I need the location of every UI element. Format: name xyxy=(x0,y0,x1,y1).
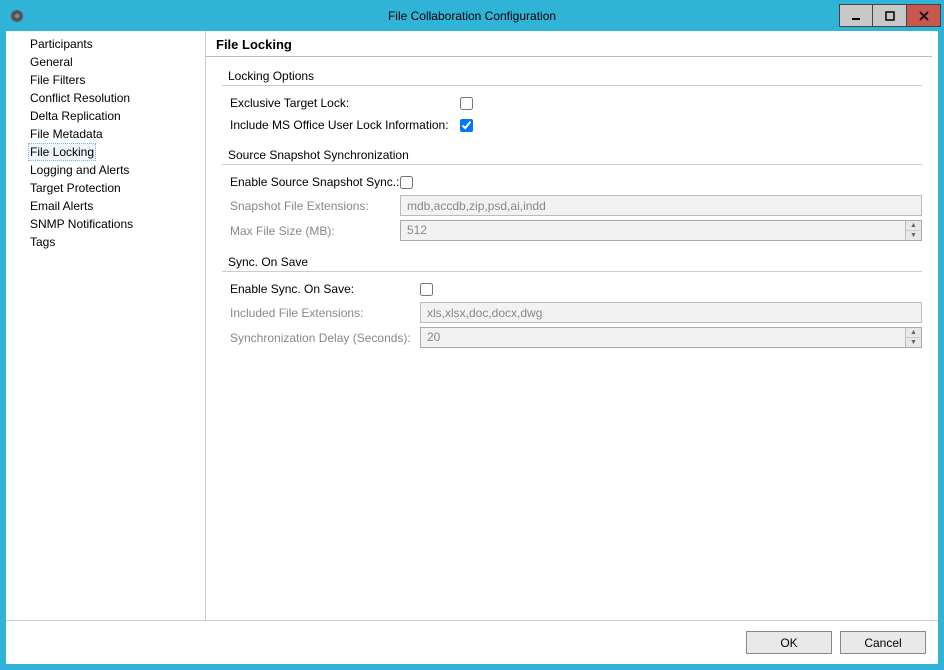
label-snapshot-extensions: Snapshot File Extensions: xyxy=(230,199,400,213)
group-title-syncsave: Sync. On Save xyxy=(222,251,922,272)
title-bar[interactable]: File Collaboration Configuration xyxy=(1,1,943,31)
checkbox-enable-syncsave[interactable] xyxy=(420,283,433,296)
group-locking-options: Locking Options Exclusive Target Lock: I… xyxy=(222,65,922,136)
ok-button[interactable]: OK xyxy=(746,631,832,654)
sidebar-item-general[interactable]: General xyxy=(28,53,75,71)
group-title-locking: Locking Options xyxy=(222,65,922,86)
label-max-file-size: Max File Size (MB): xyxy=(230,224,400,238)
sidebar-item-target-protection[interactable]: Target Protection xyxy=(28,179,123,197)
cancel-button[interactable]: Cancel xyxy=(840,631,926,654)
label-enable-syncsave: Enable Sync. On Save: xyxy=(230,282,420,296)
sidebar-item-file-filters[interactable]: File Filters xyxy=(28,71,87,89)
app-icon xyxy=(9,8,25,24)
sidebar-item-email-alerts[interactable]: Email Alerts xyxy=(28,197,95,215)
sidebar-item-snmp-notifications[interactable]: SNMP Notifications xyxy=(28,215,135,233)
spinner-max-file-size[interactable]: 512 ▲ ▼ xyxy=(400,220,922,241)
sidebar-item-logging-alerts[interactable]: Logging and Alerts xyxy=(28,161,131,179)
input-included-extensions[interactable] xyxy=(420,302,922,323)
dialog-window: File Collaboration Configuration Partici… xyxy=(0,0,944,670)
maximize-button[interactable] xyxy=(873,4,907,27)
spinner-up-icon[interactable]: ▲ xyxy=(906,221,921,231)
sidebar-item-file-metadata[interactable]: File Metadata xyxy=(28,125,105,143)
minimize-button[interactable] xyxy=(839,4,873,27)
body: Participants General File Filters Confli… xyxy=(6,31,938,620)
label-exclusive-target-lock: Exclusive Target Lock: xyxy=(230,96,460,110)
group-title-snapshot: Source Snapshot Synchronization xyxy=(222,144,922,165)
window-controls xyxy=(839,5,941,27)
label-sync-delay: Synchronization Delay (Seconds): xyxy=(230,331,420,345)
sidebar-item-delta-replication[interactable]: Delta Replication xyxy=(28,107,123,125)
spinner-sync-delay[interactable]: 20 ▲ ▼ xyxy=(420,327,922,348)
label-included-extensions: Included File Extensions: xyxy=(230,306,420,320)
close-button[interactable] xyxy=(907,4,941,27)
sidebar-item-tags[interactable]: Tags xyxy=(28,233,57,251)
page-title: File Locking xyxy=(206,31,932,57)
sidebar: Participants General File Filters Confli… xyxy=(6,31,206,620)
input-snapshot-extensions[interactable] xyxy=(400,195,922,216)
label-ms-office-lock: Include MS Office User Lock Information: xyxy=(230,118,460,132)
spinner-up-icon[interactable]: ▲ xyxy=(906,328,921,338)
checkbox-enable-snapshot[interactable] xyxy=(400,176,413,189)
sidebar-item-conflict-resolution[interactable]: Conflict Resolution xyxy=(28,89,132,107)
checkbox-exclusive-target-lock[interactable] xyxy=(460,97,473,110)
label-enable-snapshot: Enable Source Snapshot Sync.: xyxy=(230,175,400,189)
sidebar-item-participants[interactable]: Participants xyxy=(28,35,95,53)
spinner-down-icon[interactable]: ▼ xyxy=(906,338,921,347)
spinner-value-sync-delay: 20 xyxy=(421,328,905,347)
spinner-down-icon[interactable]: ▼ xyxy=(906,231,921,240)
spinner-value-max-file-size: 512 xyxy=(401,221,905,240)
group-sync-on-save: Sync. On Save Enable Sync. On Save: Incl… xyxy=(222,251,922,350)
checkbox-ms-office-lock[interactable] xyxy=(460,119,473,132)
window-title: File Collaboration Configuration xyxy=(1,9,943,23)
group-source-snapshot: Source Snapshot Synchronization Enable S… xyxy=(222,144,922,243)
sidebar-item-file-locking[interactable]: File Locking xyxy=(28,143,96,161)
main-panel: File Locking Locking Options Exclusive T… xyxy=(206,31,938,620)
content-frame: Participants General File Filters Confli… xyxy=(1,31,943,669)
footer: OK Cancel xyxy=(6,620,938,664)
